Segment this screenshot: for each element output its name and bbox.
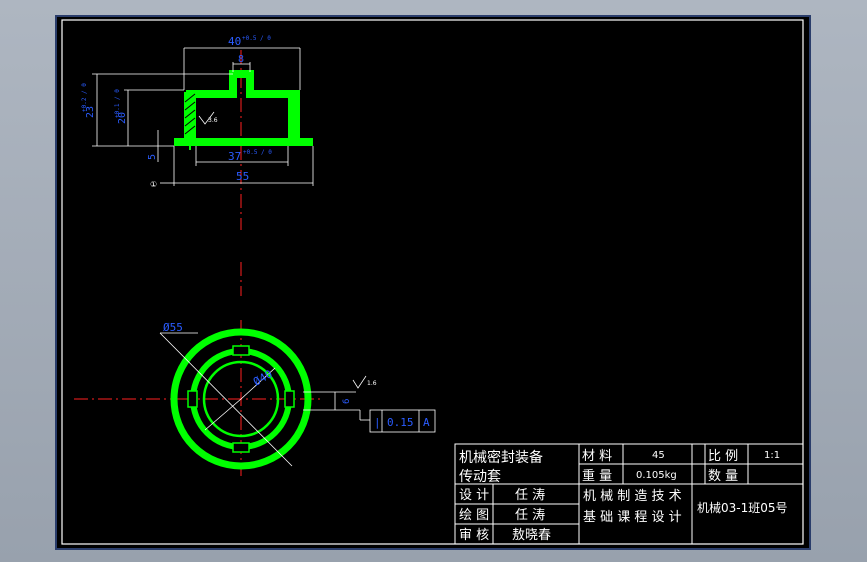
dim-slot-8: 8 xyxy=(238,54,244,65)
designer-label: 设 计 xyxy=(459,488,489,503)
reviewer-label: 审 核 xyxy=(459,528,489,543)
weight-label: 重 量 xyxy=(582,468,612,484)
material-label: 材 料 xyxy=(582,449,612,464)
tol-frame-datum: A xyxy=(423,416,430,429)
designer-name: 任 涛 xyxy=(515,487,545,503)
dim-small-6: 6 xyxy=(342,399,352,404)
quantity-label: 数 量 xyxy=(708,469,738,484)
cad-drawing: 40 +0.5 / 0 8 23 +0.2 / 0 20 +0.1 / 0 5 … xyxy=(61,19,804,545)
course-line2: 基 础 课 程 设 计 xyxy=(583,510,682,525)
course-line1: 机 械 制 造 技 术 xyxy=(583,489,682,504)
roughness-top: 3.6 xyxy=(208,117,218,124)
reviewer-name: 敖晓春 xyxy=(512,527,551,543)
dim-height-20-tol: +0.1 / 0 xyxy=(114,89,121,118)
dim-inner-37-tol: +0.5 / 0 xyxy=(243,149,272,156)
scale-value: 1:1 xyxy=(764,450,780,461)
roughness-plan: 1.6 xyxy=(367,380,377,387)
scale-label: 比 例 xyxy=(708,449,738,464)
tol-frame-value: 0.15 xyxy=(387,416,414,429)
dim-base-5: 5 xyxy=(147,154,158,160)
dim-outer-dia: Ø55 xyxy=(163,321,183,334)
section-right-wall xyxy=(288,90,300,140)
dim-width-40: 40 xyxy=(228,35,241,48)
class-info: 机械03-1班05号 xyxy=(697,500,788,515)
drafter-name: 任 涛 xyxy=(515,507,545,523)
dim-inner-37: 37 xyxy=(228,150,241,163)
section-view-part xyxy=(186,70,300,140)
drafter-label: 绘 图 xyxy=(459,508,489,523)
part-name: 机械密封装备 xyxy=(459,449,543,466)
dim-height-23-tol: +0.2 / 0 xyxy=(81,83,88,112)
dim-width-40-tol: +0.5 / 0 xyxy=(242,35,271,42)
dim-inner-dia: Ø40 xyxy=(251,367,275,388)
tol-frame-symbol: | xyxy=(374,416,381,429)
dim-overall-55: 55 xyxy=(236,170,249,183)
part-name-line2: 传动套 xyxy=(459,469,501,485)
material-value: 45 xyxy=(652,450,665,461)
weight-value: 0.105kg xyxy=(636,470,677,481)
datum-marker: ① xyxy=(150,180,157,189)
plan-view-dimension-lines xyxy=(159,332,436,467)
